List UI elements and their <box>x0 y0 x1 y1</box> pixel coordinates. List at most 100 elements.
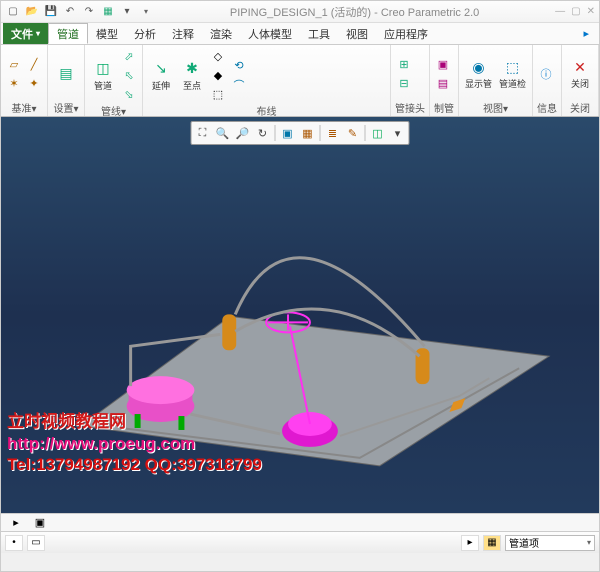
point-icon[interactable]: ✶ <box>5 74 23 92</box>
selection-filter-icon[interactable]: ▸ <box>461 535 479 551</box>
open-icon[interactable]: 📂 <box>24 4 40 20</box>
tab-annotate[interactable]: 注释 <box>164 23 202 44</box>
group-viewopts: ◉ 显示管 ⬚ 管道检 视图▾ <box>459 45 533 116</box>
tab-apps[interactable]: 应用程序 <box>376 23 436 44</box>
group-pipeline: ◫ 管道 ⬀ ⬁ ⬂ 管线▾ <box>85 45 143 116</box>
plane-icon[interactable]: ▱ <box>5 55 23 73</box>
tab-model[interactable]: 模型 <box>88 23 126 44</box>
graphics-viewport[interactable]: ⛶ 🔍 🔎 ↻ ▣ ▦ ≣ ✎ ◫ ▾ <box>1 117 599 513</box>
spec-driven-button[interactable]: ▤ <box>52 62 80 86</box>
group-datum: ▱ ╱ ✶ ✦ 基准▾ <box>1 45 48 116</box>
tab-view[interactable]: 视图 <box>338 23 376 44</box>
selection-filter-combo[interactable]: 管道项 ▾ <box>505 535 595 551</box>
separator <box>365 125 366 141</box>
watermark-line3: Tel:13794987192 QQ:397318799 <box>7 454 262 475</box>
tab-render[interactable]: 渲染 <box>202 23 240 44</box>
info-icon[interactable]: ⓘ <box>537 65 555 83</box>
zoom-in-icon[interactable]: 🔍 <box>214 124 232 142</box>
group-label-close: 关闭 <box>566 100 594 114</box>
pipe-ext1-icon[interactable]: ⬀ <box>120 47 138 65</box>
to-point-button[interactable]: ✱ 至点 <box>178 57 206 94</box>
chevron-down-icon: ▾ <box>587 538 591 547</box>
tab-piping[interactable]: 管道 <box>48 23 88 44</box>
spec-icon: ▤ <box>56 64 76 84</box>
group-info: ⓘ 信息 <box>533 45 562 116</box>
zoom-out-icon[interactable]: 🔎 <box>234 124 252 142</box>
layers-icon[interactable]: ≣ <box>324 124 342 142</box>
show-pipe-button[interactable]: ◉ 显示管 <box>463 55 494 92</box>
extend-icon: ↘ <box>151 59 171 79</box>
display-style-icon[interactable]: ▣ <box>279 124 297 142</box>
group-label-fitting: 管接头 <box>395 100 425 114</box>
window-title: PIPING_DESIGN_1 (活动的) - Creo Parametric … <box>154 4 555 20</box>
create-pipeline-button[interactable]: ◫ 管道 <box>89 57 117 94</box>
title-bar: ▢ 📂 💾 ↶ ↷ ▦ ▾ ▾ PIPING_DESIGN_1 (活动的) - … <box>1 1 599 23</box>
minimize-icon[interactable]: — <box>555 6 565 17</box>
zoom-fit-icon[interactable]: ⛶ <box>194 124 212 142</box>
extend-button[interactable]: ↘ 延伸 <box>147 57 175 94</box>
tab-analysis[interactable]: 分析 <box>126 23 164 44</box>
status-msg-icon[interactable]: • <box>5 535 23 551</box>
fab1-icon[interactable]: ▣ <box>434 55 452 73</box>
ribbon-tabs: 文件 管道 模型 分析 注释 渲染 人体模型 工具 视图 应用程序 ▸ <box>1 23 599 45</box>
pipe-ext3-icon[interactable]: ⬂ <box>120 85 138 103</box>
separator <box>275 125 276 141</box>
group-label-pipeline: 管线▾ <box>89 103 138 117</box>
selection-filter-value: 管道项 <box>509 535 539 550</box>
sash-tree-icon[interactable]: ▸ <box>7 514 25 532</box>
fitting1-icon[interactable]: ⊞ <box>395 55 413 73</box>
status-sel-icon[interactable]: ▭ <box>27 535 45 551</box>
close-button[interactable]: ✕ 关闭 <box>566 55 594 92</box>
maximize-icon[interactable]: ▢ <box>571 6 580 17</box>
tab-tools[interactable]: 工具 <box>300 23 338 44</box>
new-icon[interactable]: ▢ <box>5 4 21 20</box>
close-icon: ✕ <box>570 57 590 77</box>
group-fabricate: ▣ ▤ 制管 <box>430 45 459 116</box>
sash-folder-icon[interactable]: ▣ <box>31 514 49 532</box>
route-opt2-icon[interactable]: ◆ <box>209 66 227 84</box>
group-setup: ▤ 设置▾ <box>48 45 85 116</box>
fab2-icon[interactable]: ▤ <box>434 74 452 92</box>
ribbon-help-icon[interactable]: ▸ <box>575 23 597 44</box>
status-bar: • ▭ ▸ ▦ 管道项 ▾ <box>1 531 599 553</box>
refit-icon[interactable]: ↻ <box>254 124 272 142</box>
saved-views-icon[interactable]: ▦ <box>299 124 317 142</box>
fitting2-icon[interactable]: ⊟ <box>395 74 413 92</box>
close-window-icon[interactable]: ✕ <box>587 6 595 17</box>
tab-manikin[interactable]: 人体模型 <box>240 23 300 44</box>
transparency-icon[interactable]: ◫ <box>369 124 387 142</box>
route-opt1-icon[interactable]: ◇ <box>209 47 227 65</box>
show-pipe-icon: ◉ <box>468 57 488 77</box>
route-opt3-icon[interactable]: ⬚ <box>209 85 227 103</box>
smart-filter-icon[interactable]: ▦ <box>483 535 501 551</box>
view-toolbar: ⛶ 🔍 🔎 ↻ ▣ ▦ ≣ ✎ ◫ ▾ <box>191 121 410 145</box>
pipe-check-icon: ⬚ <box>502 57 522 77</box>
windows-icon[interactable]: ▾ <box>119 4 135 20</box>
qat-dropdown-icon[interactable]: ▾ <box>138 4 154 20</box>
pipe-ext2-icon[interactable]: ⬁ <box>120 66 138 84</box>
pipeline-icon: ◫ <box>93 59 113 79</box>
undo-icon[interactable]: ↶ <box>62 4 78 20</box>
group-label-datum: 基准▾ <box>5 100 43 114</box>
group-label-setup: 设置▾ <box>52 100 80 114</box>
redo-icon[interactable]: ↷ <box>81 4 97 20</box>
regen-icon[interactable]: ▦ <box>100 4 116 20</box>
save-icon[interactable]: 💾 <box>43 4 59 20</box>
route-opt4-icon[interactable]: ⟲ <box>230 57 248 75</box>
sash-bar: ▸ ▣ <box>1 513 599 531</box>
axis-icon[interactable]: ╱ <box>25 55 43 73</box>
file-menu[interactable]: 文件 <box>3 23 48 44</box>
route-opt5-icon[interactable]: ⌒ <box>230 76 248 94</box>
quick-access-toolbar: ▢ 📂 💾 ↶ ↷ ▦ ▾ ▾ <box>5 4 154 20</box>
group-label-fab: 制管 <box>434 100 454 114</box>
window-controls: — ▢ ✕ <box>555 6 595 17</box>
more-icon[interactable]: ▾ <box>389 124 407 142</box>
ribbon: ▱ ╱ ✶ ✦ 基准▾ ▤ 设置▾ ◫ 管道 ⬀ <box>1 45 599 117</box>
pipe-check-button[interactable]: ⬚ 管道检 <box>497 55 528 92</box>
group-label-route: 布线 <box>147 103 386 117</box>
group-label-viewopts: 视图▾ <box>463 100 528 114</box>
csys-icon[interactable]: ✦ <box>25 74 43 92</box>
annotations-icon[interactable]: ✎ <box>344 124 362 142</box>
group-route: ↘ 延伸 ✱ 至点 ◇ ◆ ⬚ ⟲ ⌒ 布线 <box>143 45 391 116</box>
to-point-icon: ✱ <box>182 59 202 79</box>
